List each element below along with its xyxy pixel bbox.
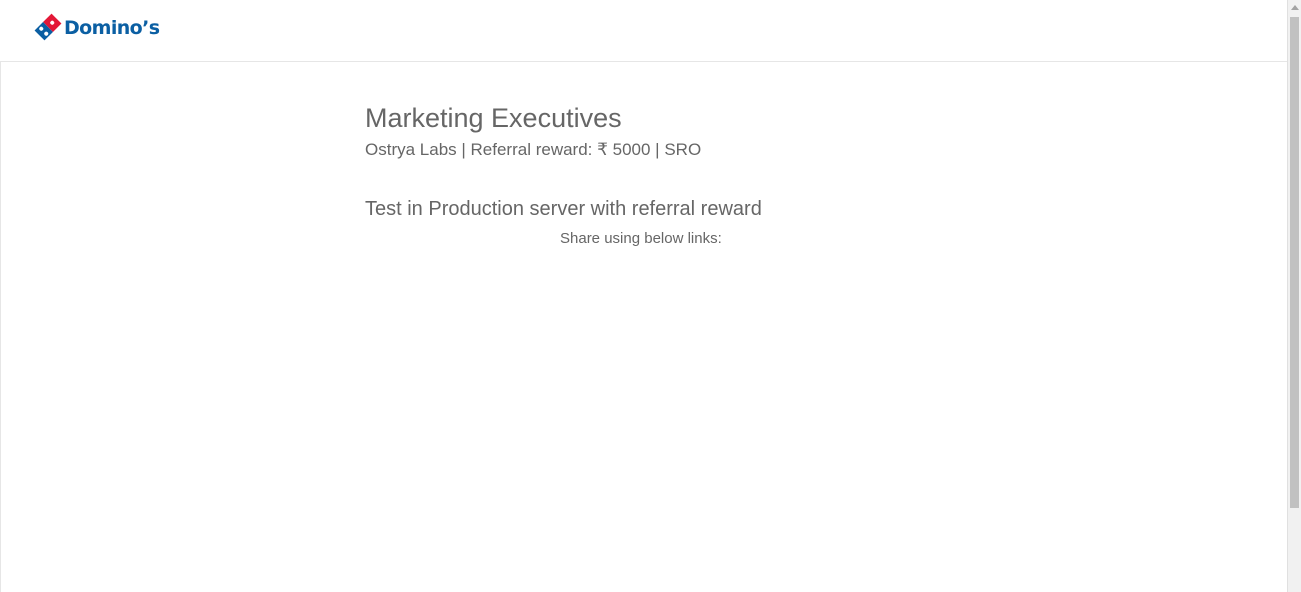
brand-logo[interactable]: Domino’s: [33, 12, 160, 42]
job-title: Marketing Executives: [365, 103, 622, 133]
page: Domino’s Marketing Executives Ostrya Lab…: [0, 0, 1301, 592]
vertical-scrollbar[interactable]: [1287, 0, 1301, 592]
share-label: Share using below links:: [560, 230, 722, 247]
brand-name: Domino’s: [64, 17, 160, 39]
job-description: Test in Production server with referral …: [365, 198, 762, 220]
scroll-up-arrow-icon[interactable]: [1291, 5, 1299, 10]
dominos-tile-icon: [34, 13, 62, 41]
job-meta: Ostrya Labs | Referral reward: ₹ 5000 | …: [365, 140, 702, 159]
top-header: Domino’s: [0, 0, 1288, 62]
scroll-thumb[interactable]: [1290, 17, 1299, 508]
